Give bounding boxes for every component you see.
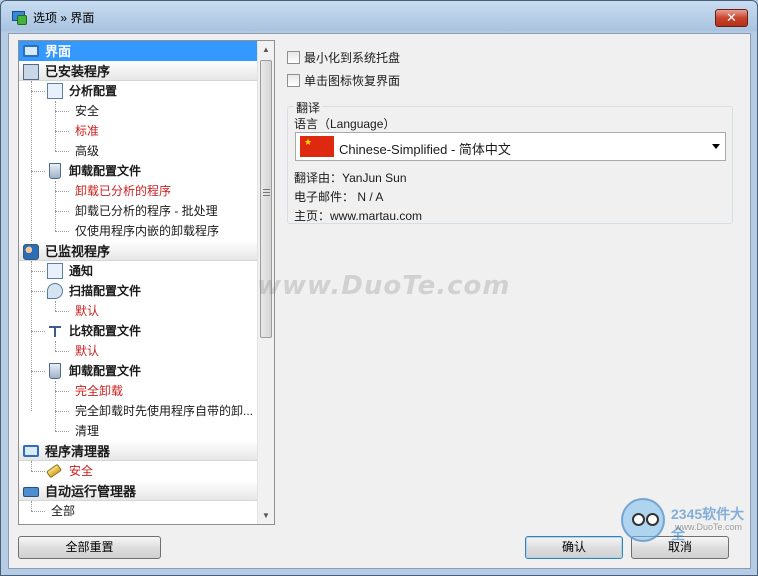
cleaner-monitor-icon [23, 445, 39, 457]
monitored-programs-icon [23, 244, 39, 260]
single-click-restore-checkbox[interactable] [287, 73, 300, 87]
tree-item-interface[interactable]: 界面 [19, 41, 258, 61]
tree-item-label: 完全卸载时先使用程序自带的卸... [75, 404, 254, 418]
tree-item-label: 完全卸载 [75, 384, 124, 398]
mascot-logo-icon [621, 498, 665, 542]
tree-item-notification[interactable]: 通知 [19, 261, 258, 411]
single-click-restore-option[interactable]: 单击图标恢复界面 [287, 72, 400, 88]
china-flag-icon: ★ [300, 136, 334, 157]
tree-item-program-cleaner[interactable]: 程序清理器 [19, 441, 258, 461]
tree-item-label: 标准 [75, 124, 100, 138]
tree-item-label: 已监视程序 [45, 244, 111, 259]
tree-item-label: 默认 [75, 344, 100, 358]
tree-item-analysis-standard[interactable]: 标准 [19, 121, 258, 141]
tree-item-label: 卸载配置文件 [69, 364, 142, 378]
tree-item-label: 高级 [75, 144, 100, 158]
single-click-restore-label: 单击图标恢复界面 [304, 73, 401, 88]
tree-item-uninstall-config[interactable]: 卸载配置文件 [19, 161, 258, 181]
email-text: 电子邮件： N / A [294, 190, 384, 204]
tree-item-label: 通知 [69, 264, 94, 278]
minimize-to-tray-option[interactable]: 最小化到系统托盘 [287, 49, 400, 65]
watermark-url: www.DuoTe.com [675, 522, 743, 532]
tree-item-builtin-uninstaller-only[interactable]: 仅使用程序内嵌的卸载程序 [19, 221, 258, 241]
options-tree: 界面 已安装程序 分析配置 安全 标准 高级 卸载配置文件 卸载已分析的程序 卸… [18, 40, 275, 525]
tree-item-installed-programs[interactable]: 已安装程序 [19, 61, 258, 81]
tree-item-label: 已安装程序 [45, 64, 111, 79]
tree-item-label: 清理 [75, 424, 100, 438]
ok-button[interactable]: 确认 [525, 536, 623, 559]
watermark-text: www.DuoTe.com [257, 271, 511, 301]
translator-text: 翻译由：YanJun Sun [294, 171, 407, 185]
tree-item-monitored-uninstall-config[interactable]: 卸载配置文件 [19, 361, 258, 381]
tree-item-label: 卸载配置文件 [69, 164, 142, 178]
tree-item-label: 默认 [75, 304, 100, 318]
trash-icon [49, 163, 61, 179]
language-value: Chinese-Simplified - 简体中文 [339, 142, 511, 157]
trash-icon [49, 363, 61, 379]
dropdown-arrow-icon [712, 144, 720, 149]
tree-item-label: 仅使用程序内嵌的卸载程序 [75, 224, 220, 238]
tree-item-full-uninstall[interactable]: 完全卸载 [19, 381, 258, 431]
tree-item-label: 安全 [69, 464, 94, 478]
translation-group: 翻译 语言（Language） ★ Chinese-Simplified - 简… [287, 99, 733, 224]
tree-item-analysis-safe[interactable]: 安全 [19, 101, 258, 151]
tree-item-monitored-programs[interactable]: 已监视程序 [19, 241, 258, 261]
scale-icon [47, 323, 63, 339]
scan-icon [47, 283, 63, 299]
tree-item-full-uninstall-builtin-first[interactable]: 完全卸载时先使用程序自带的卸... [19, 401, 258, 421]
broom-icon [45, 463, 63, 479]
close-button[interactable]: ✕ [715, 9, 748, 27]
tree-item-scan-default[interactable]: 默认 [19, 301, 258, 321]
reset-all-button[interactable]: 全部重置 [18, 536, 161, 559]
app-icon [11, 9, 27, 25]
tree-item-uninstall-analyzed-batch[interactable]: 卸载已分析的程序 - 批处理 [19, 201, 258, 221]
notification-icon [47, 263, 63, 279]
title-bar: 选项 » 界面 ✕ [1, 1, 757, 33]
tree-item-autorun-manager[interactable]: 自动运行管理器 [19, 481, 258, 501]
options-window: 选项 » 界面 ✕ 界面 已安装程序 分析配置 安全 标准 高级 卸载配置文件 … [0, 0, 758, 576]
window-title: 选项 » 界面 [33, 10, 95, 25]
language-select[interactable]: ★ Chinese-Simplified - 简体中文 [295, 132, 726, 161]
tree-item-label: 扫描配置文件 [69, 284, 142, 298]
tree-item-label: 自动运行管理器 [45, 484, 137, 499]
tree-item-cleaner-safe[interactable]: 安全 [19, 461, 258, 481]
monitor-icon [23, 45, 39, 57]
tree-item-compare-default[interactable]: 默认 [19, 341, 258, 361]
homepage-text: 主页：www.martau.com [294, 209, 423, 223]
tree-item-label: 比较配置文件 [69, 324, 142, 338]
tree-item-analysis-advanced[interactable]: 高级 [19, 141, 258, 161]
tree-item-label: 卸载已分析的程序 - 批处理 [75, 204, 218, 218]
scroll-up-arrow-icon[interactable]: ▲ [258, 41, 274, 58]
grip-icon [263, 189, 270, 196]
translation-group-title: 翻译 [294, 99, 323, 116]
minimize-to-tray-checkbox[interactable] [287, 50, 300, 64]
tree-item-scan-config[interactable]: 扫描配置文件 [19, 281, 258, 301]
dialog-body: 界面 已安装程序 分析配置 安全 标准 高级 卸载配置文件 卸载已分析的程序 卸… [8, 33, 751, 569]
installed-programs-icon [23, 64, 39, 80]
tree-item-label: 分析配置 [69, 84, 118, 98]
tree-item-label: 界面 [45, 44, 72, 59]
truck-icon [23, 487, 39, 497]
tree-content: 界面 已安装程序 分析配置 安全 标准 高级 卸载配置文件 卸载已分析的程序 卸… [19, 41, 258, 521]
tree-item-label: 卸载已分析的程序 [75, 184, 172, 198]
scroll-down-arrow-icon[interactable]: ▼ [258, 507, 274, 524]
tree-item-uninstall-analyzed[interactable]: 卸载已分析的程序 [19, 181, 258, 231]
tree-item-label: 安全 [75, 104, 100, 118]
minimize-to-tray-label: 最小化到系统托盘 [304, 50, 401, 65]
tree-item-label: 程序清理器 [45, 444, 111, 459]
tree-item-cleanup[interactable]: 清理 [19, 421, 258, 441]
tree-item-analysis-config[interactable]: 分析配置 [19, 81, 258, 261]
tree-item-compare-config[interactable]: 比较配置文件 [19, 321, 258, 341]
language-label: 语言（Language） [294, 117, 396, 131]
tree-item-label: 全部 [51, 504, 76, 518]
tree-item-autorun-all[interactable]: 全部 [19, 501, 258, 521]
analysis-config-icon [47, 83, 63, 99]
